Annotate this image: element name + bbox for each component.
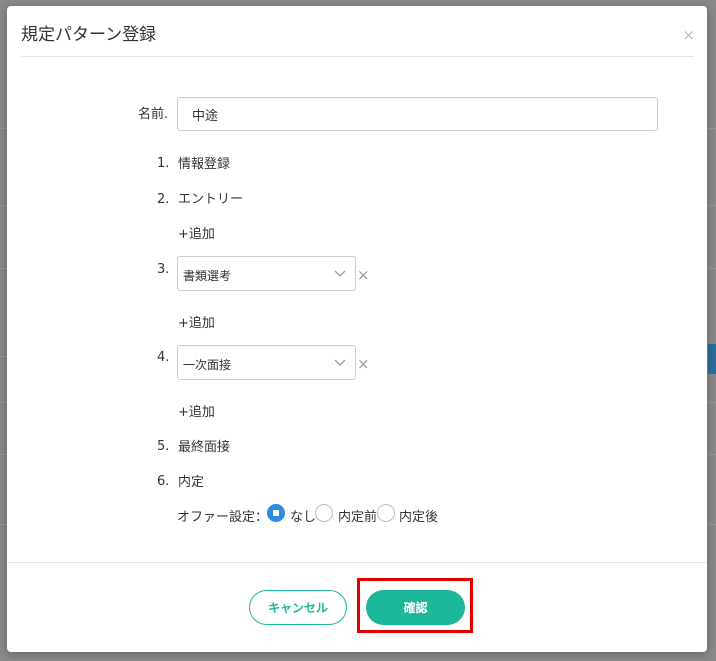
close-icon[interactable]: ×: [682, 26, 695, 44]
offer-setting-label: オファー設定：: [177, 510, 269, 525]
offer-option-label: 内定後: [399, 510, 439, 525]
step-number: 2.: [157, 192, 170, 207]
offer-radio-after-offer[interactable]: [377, 504, 395, 522]
step-select[interactable]: 一次面接: [177, 345, 356, 380]
step-select-value: 書類選考: [183, 269, 232, 283]
chevron-down-icon: [334, 270, 346, 277]
title-divider: [21, 56, 694, 57]
step-number: 4.: [157, 350, 170, 365]
step-select-value: 一次面接: [183, 358, 232, 372]
pattern-register-dialog: 規定パターン登録 × 名前. 1. 情報登録 2. エントリー +追加 3. 書…: [7, 6, 707, 652]
background-tag: [708, 344, 716, 374]
cancel-button[interactable]: キャンセル: [249, 590, 347, 625]
step-number: 5.: [157, 439, 170, 454]
add-step-link[interactable]: +追加: [178, 312, 215, 331]
offer-radio-none[interactable]: [267, 504, 285, 522]
remove-step-icon[interactable]: ×: [357, 355, 370, 373]
dialog-title: 規定パターン登録: [21, 25, 157, 45]
chevron-down-icon: [334, 359, 346, 366]
confirm-button[interactable]: 確認: [366, 590, 465, 625]
step-label: 情報登録: [178, 157, 231, 172]
footer-divider: [7, 562, 707, 563]
offer-option-label: なし: [290, 510, 317, 525]
name-label: 名前.: [138, 107, 169, 122]
add-step-link[interactable]: +追加: [178, 223, 215, 242]
step-label: 内定: [178, 475, 205, 490]
name-input[interactable]: [177, 97, 658, 131]
step-number: 1.: [157, 156, 170, 171]
step-label: 最終面接: [178, 440, 231, 455]
step-select[interactable]: 書類選考: [177, 256, 356, 291]
step-number: 3.: [157, 262, 170, 277]
offer-radio-before-offer[interactable]: [315, 504, 333, 522]
add-step-link[interactable]: +追加: [178, 401, 215, 420]
remove-step-icon[interactable]: ×: [357, 266, 370, 284]
step-number: 6.: [157, 474, 170, 489]
step-label: エントリー: [178, 192, 244, 207]
offer-option-label: 内定前: [338, 510, 378, 525]
